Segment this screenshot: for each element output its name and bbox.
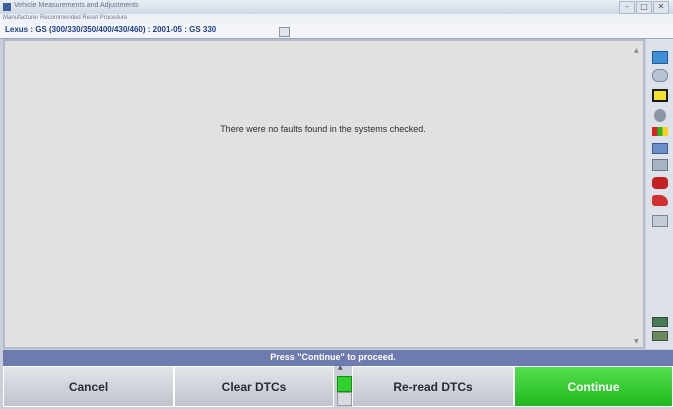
tools-icon[interactable] — [652, 69, 668, 82]
car-red-icon[interactable] — [652, 177, 668, 189]
app-icon — [3, 3, 11, 11]
vehicle-selection-bar: Lexus : GS (300/330/350/400/430/460) : 2… — [0, 24, 673, 39]
status-indicator: ▲ — [334, 364, 352, 407]
vehicle-info-icon[interactable] — [279, 27, 290, 37]
printer-icon[interactable] — [652, 215, 668, 227]
procedure-subtitle-text: Manufacturer Recommended Reset Procedure — [3, 15, 128, 21]
right-toolbar — [646, 39, 673, 349]
procedure-subtitle: Manufacturer Recommended Reset Procedure — [0, 14, 673, 24]
status-prompt: Press "Continue" to proceed. — [270, 352, 396, 362]
car-side-icon[interactable] — [652, 195, 668, 206]
clear-dtcs-button[interactable]: Clear DTCs — [174, 366, 334, 407]
scroll-up-icon[interactable]: ▲ — [634, 47, 639, 54]
window-title: Vehicle Measurements and Adjustments — [14, 2, 139, 9]
pencil-icon[interactable] — [652, 89, 668, 102]
results-panel: There were no faults found in the system… — [3, 39, 645, 349]
vehicle-label: Lexus : GS (300/330/350/400/430/460) : 2… — [5, 25, 217, 34]
green-lamp-icon — [337, 376, 352, 392]
cancel-button[interactable]: Cancel — [3, 366, 174, 407]
vehicle-icon[interactable] — [652, 143, 668, 154]
tire-icon[interactable] — [654, 109, 666, 122]
scroll-down-icon[interactable]: ▼ — [634, 338, 639, 345]
minimize-button[interactable]: – — [619, 1, 635, 14]
ruler-icon[interactable] — [652, 331, 668, 341]
color-bars-icon[interactable] — [652, 127, 668, 136]
reread-dtcs-button[interactable]: Re-read DTCs — [352, 366, 514, 407]
continue-button[interactable]: Continue — [514, 366, 673, 407]
window-title-bar: Vehicle Measurements and Adjustments – □… — [0, 0, 673, 14]
results-scrollbar[interactable]: ▲ ▼ — [633, 41, 643, 347]
close-button[interactable]: ✕ — [653, 1, 669, 14]
help-icon[interactable] — [652, 51, 668, 64]
indicator-up-icon: ▲ — [338, 364, 343, 371]
action-button-row: Cancel Clear DTCs ▲ Re-read DTCs Continu… — [3, 364, 673, 409]
indicator-slot — [337, 392, 352, 406]
camera-icon[interactable] — [652, 159, 668, 171]
result-message: There were no faults found in the system… — [220, 124, 426, 134]
window-controls: – □ ✕ — [619, 1, 669, 14]
gauge-icon[interactable] — [652, 317, 668, 327]
maximize-button[interactable]: □ — [636, 1, 652, 14]
